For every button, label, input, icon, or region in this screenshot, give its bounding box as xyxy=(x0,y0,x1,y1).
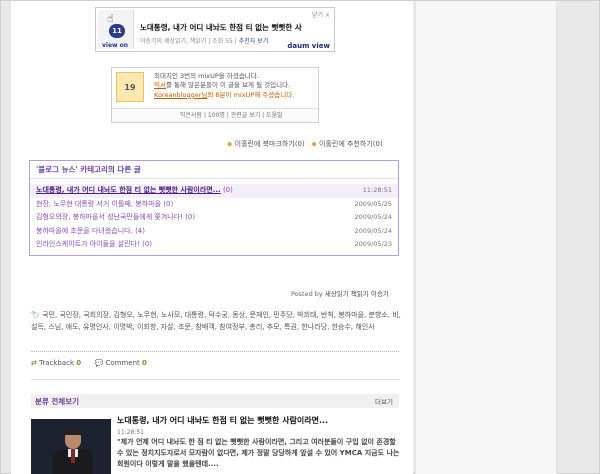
view-meta-text: 이승기의 세상읽기, 책읽기 | 조회 55 | xyxy=(140,38,237,45)
post-title[interactable]: 노대통령, 내가 어디 내놔도 한점 티 없는 뻣뻣한 사람이라면... xyxy=(36,186,221,194)
hand-pointer-icon: ☝ xyxy=(107,12,114,25)
trackback-count: 0 xyxy=(76,359,82,367)
posted-by-prefix: Posted by xyxy=(291,290,323,298)
author-link[interactable]: 세상읽기 책읽기 이승기 xyxy=(325,290,389,298)
comment-count: (0) xyxy=(185,213,196,221)
post-title[interactable]: 인라인스케이트가 아이들을 살린다! xyxy=(36,240,140,248)
recommend-link[interactable]: 이홀린에 추천하기 xyxy=(319,140,373,148)
tag-icon: 🏷 xyxy=(31,311,40,319)
mixup-line-2-text: 를 통해 많은분들이 이 글을 보게 될 것입니다. xyxy=(165,81,291,90)
posted-by: Posted by 세상읽기 책읽기 이승기 xyxy=(291,288,389,298)
page: ☝ 11 view on 닫기 × 노대통령, 내가 어디 내놔도 한점 티 없… xyxy=(0,0,600,474)
post-title[interactable]: 봉하마을에 조문을 다녀왔습니다. xyxy=(36,227,133,235)
category-other-posts: '블로그 뉴스' 카테고리의 다른 글 노대통령, 내가 어디 내놔도 한점 티… xyxy=(29,160,399,256)
list-item[interactable]: 인라인스케이트가 아이들을 살린다! (0) 2009/05/23 xyxy=(30,238,398,252)
post-title[interactable]: 현장, 노무현 대통령 서거 이틀째, 봉하마을 xyxy=(36,200,161,208)
mixup-widget: 19 최대치인 3번의 mixUP을 하셨습니다. 믹서를 통해 많은분들이 이… xyxy=(111,67,319,123)
bookmark-count: (0) xyxy=(294,140,305,148)
view-post-meta: 이승기의 세상읽기, 책읽기 | 조회 55 | 추천자 보기 xyxy=(140,36,268,45)
close-button[interactable]: 닫기 × xyxy=(312,10,330,19)
divider xyxy=(31,351,399,352)
post-date: 2009/05/24 xyxy=(354,213,392,221)
comment-count: 0 xyxy=(142,359,147,367)
tag-list: 🏷 국민, 국민장, 국회의장, 김형오, 노무현, 노사모, 대통령, 덕수궁… xyxy=(31,309,405,333)
comment-count: (0) xyxy=(142,240,153,248)
list-item[interactable]: 봉하마을에 조문을 다녀왔습니다. (4) 2009/05/24 xyxy=(30,225,398,239)
mixup-line-3-text: 외 8분이 mixUP해 주셨습니다. xyxy=(207,90,295,99)
list-item[interactable]: 김형오의장, 봉하마을서 성난국민들에게 쫓겨나다! (0) 2009/05/2… xyxy=(30,211,398,225)
mixer-link[interactable]: 믹서 xyxy=(154,81,166,89)
mixup-footer-links[interactable]: 믹은사람 | 100명 | 관련글 보기 | 도움말 xyxy=(112,108,318,122)
comment-link[interactable]: Comment xyxy=(105,359,139,367)
mixup-user-link[interactable]: Koreanblogger님 xyxy=(154,91,207,99)
post-title[interactable]: 김형오의장, 봉하마을서 성난국민들에게 쫓겨나다! xyxy=(36,213,183,221)
post-thumbnail[interactable] xyxy=(31,419,111,474)
recent-post-excerpt: "제가 언제 어디 내놔도 한 점 티 없는 뻣뻣한 사람이라면, 그리고 여러… xyxy=(117,438,400,468)
list-item[interactable]: 현장, 노무현 대통령 서거 이틀째, 봉하마을 (0) 2009/05/25 xyxy=(30,198,398,212)
feedback-bar: ⇄ Trackback 0 💬 Comment 0 xyxy=(31,359,147,367)
recommenders-link[interactable]: 추천자 보기 xyxy=(239,38,269,45)
category-title[interactable]: 분류 전체보기 xyxy=(35,396,79,407)
bookmark-link[interactable]: 이홀린에 북마크하기 xyxy=(235,140,295,148)
other-posts-header: '블로그 뉴스' 카테고리의 다른 글 xyxy=(30,161,398,179)
mixup-line-3: Koreanblogger님외 8분이 mixUP해 주셨습니다. xyxy=(154,91,294,100)
other-posts-list: 노대통령, 내가 어디 내놔도 한점 티 없는 뻣뻣한 사람이라면... (0)… xyxy=(30,179,398,252)
bookmark-recommend-bar: ◆ 이홀린에 북마크하기(0) ◆ 이홀린에 추천하기(0) xyxy=(227,139,383,149)
recent-post-title[interactable]: 노대통령, 내가 어디 내놔도 한점 티 없는 뻣뻣한 사람이라면... xyxy=(117,415,328,426)
view-on-label: view on xyxy=(102,42,129,49)
post-date: 2009/05/24 xyxy=(354,226,392,235)
post-date: 2009/05/25 xyxy=(354,199,392,208)
recommend-icon: ◆ xyxy=(311,140,317,148)
right-sidebar xyxy=(415,1,557,474)
comment-count: (4) xyxy=(135,226,145,235)
trackback-link[interactable]: Trackback xyxy=(39,359,74,367)
trackback-icon: ⇄ xyxy=(31,359,37,367)
list-item[interactable]: 노대통령, 내가 어디 내놔도 한점 티 없는 뻣뻣한 사람이라면... (0)… xyxy=(30,184,398,198)
category-header: 분류 전체보기 더보기 xyxy=(31,394,399,408)
mixup-line-1: 최대치인 3번의 mixUP을 하셨습니다. xyxy=(154,72,259,80)
daum-view-logo: daum view xyxy=(287,42,330,50)
recommend-count: (0) xyxy=(372,140,383,148)
more-link[interactable]: 더보기 xyxy=(375,396,393,406)
bookmark-icon: ◆ xyxy=(227,140,233,148)
tag-links[interactable]: 국민, 국민장, 국회의장, 김형오, 노무현, 노사모, 대통령, 덕수궁, … xyxy=(31,311,401,331)
view-count-badge: 11 xyxy=(109,24,125,38)
comment-count: (0) xyxy=(163,199,174,208)
mixup-count: 19 xyxy=(116,72,144,102)
daum-view-widget: ☝ 11 view on 닫기 × 노대통령, 내가 어디 내놔도 한점 티 없… xyxy=(95,7,335,52)
mixup-message: 최대치인 3번의 mixUP을 하셨습니다. 믹서를 통해 많은분들이 이 글을… xyxy=(154,72,294,100)
divider xyxy=(31,379,399,380)
view-post-title[interactable]: 노대통령, 내가 어디 내놔도 한점 티 없는 뻣뻣한 사 xyxy=(140,22,302,33)
post-date: 11:28:51 xyxy=(362,186,392,194)
recent-post-time: 11:28:51 xyxy=(117,429,144,436)
view-on-button[interactable]: ☝ 11 view on xyxy=(98,10,134,49)
comment-count: (0) xyxy=(222,186,233,194)
mixup-line-2: 믹서를 통해 많은분들이 이 글을 보게 될 것입니다. xyxy=(154,81,294,90)
thumbnail-tie xyxy=(71,449,75,463)
post-date: 2009/05/23 xyxy=(354,240,392,248)
comment-icon: 💬 xyxy=(94,359,104,367)
